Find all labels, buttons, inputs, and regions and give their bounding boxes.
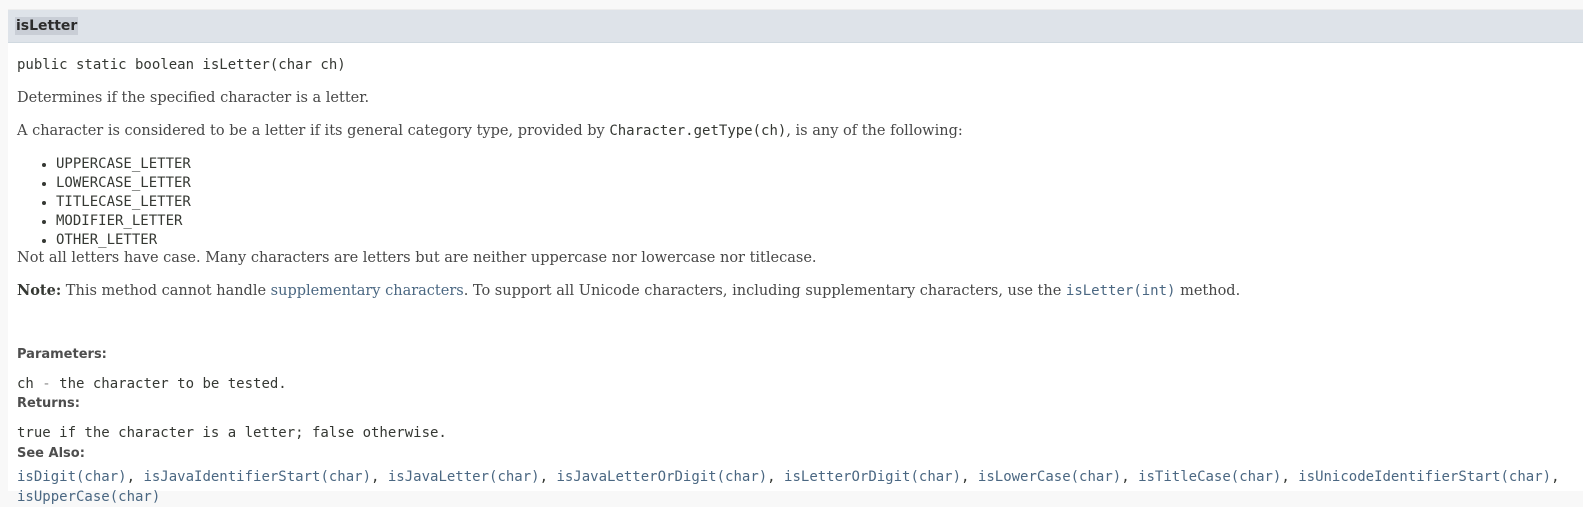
description-line-2-prefix: A character is considered to be a letter…	[17, 123, 610, 139]
see-also-link-is-digit[interactable]: isDigit(char)	[17, 469, 127, 485]
see-also-link-is-java-identifier-start[interactable]: isJavaIdentifierStart(char)	[143, 469, 371, 485]
description-line-1: Determines if the specified character is…	[17, 90, 370, 106]
see-also-link-is-title-case[interactable]: isTitleCase(char)	[1138, 469, 1281, 485]
get-type-code: Character.getType(ch)	[609, 123, 787, 139]
see-also-link-is-java-letter[interactable]: isJavaLetter(char)	[388, 469, 540, 485]
description-line-3: Not all letters have case. Many characte…	[17, 250, 817, 266]
see-also-links: isDigit(char), isJavaIdentifierStart(cha…	[17, 467, 1562, 507]
separator: ,	[1551, 469, 1560, 485]
list-item: UPPERCASE_LETTER	[56, 155, 191, 174]
see-also-link-is-upper-case[interactable]: isUpperCase(char)	[17, 489, 160, 505]
parameter-desc: the character to be tested.	[59, 376, 287, 392]
note-text-before: This method cannot handle	[61, 283, 271, 299]
list-item: LOWERCASE_LETTER	[56, 174, 191, 193]
supplementary-characters-link[interactable]: supplementary characters	[271, 283, 464, 299]
list-item: TITLECASE_LETTER	[56, 193, 191, 212]
see-also-label: See Also:	[17, 446, 85, 461]
description-line-2-suffix: , is any of the following:	[786, 123, 963, 139]
see-also-link-is-letter-or-digit[interactable]: isLetterOrDigit(char)	[784, 469, 961, 485]
returns-label: Returns:	[17, 396, 80, 411]
method-header: isLetter	[8, 10, 1583, 43]
is-letter-int-link[interactable]: isLetter(int)	[1066, 283, 1176, 299]
parameter-ch: ch - the character to be tested.	[17, 376, 287, 392]
note-paragraph: Note: This method cannot handle suppleme…	[17, 282, 1240, 299]
separator: ,	[126, 469, 144, 485]
category-list: UPPERCASE_LETTER LOWERCASE_LETTER TITLEC…	[17, 155, 191, 250]
separator: ,	[539, 469, 557, 485]
parameter-dash: -	[33, 376, 60, 392]
note-text-after: method.	[1175, 283, 1241, 299]
separator: ,	[961, 469, 978, 485]
list-item: MODIFIER_LETTER	[56, 212, 191, 231]
method-title: isLetter	[15, 17, 79, 35]
separator: ,	[371, 469, 388, 485]
method-detail-section: isLetter public static boolean isLetter(…	[8, 9, 1583, 505]
parameters-label: Parameters:	[17, 347, 107, 362]
see-also-link-is-unicode-identifier-start[interactable]: isUnicodeIdentifierStart(char)	[1298, 469, 1551, 485]
description-line-2: A character is considered to be a letter…	[17, 123, 963, 139]
method-signature: public static boolean isLetter(char ch)	[17, 57, 346, 73]
see-also-link-is-java-letter-or-digit[interactable]: isJavaLetterOrDigit(char)	[556, 469, 767, 485]
returns-text: true if the character is a letter; false…	[17, 425, 447, 441]
separator: ,	[1281, 469, 1299, 485]
list-item: OTHER_LETTER	[56, 231, 191, 250]
see-also-link-is-lower-case[interactable]: isLowerCase(char)	[978, 469, 1121, 485]
parameter-name: ch	[17, 376, 34, 392]
note-label: Note:	[17, 282, 62, 299]
separator: ,	[1121, 469, 1139, 485]
note-text-middle: . To support all Unicode characters, inc…	[463, 283, 1066, 299]
separator: ,	[767, 469, 785, 485]
